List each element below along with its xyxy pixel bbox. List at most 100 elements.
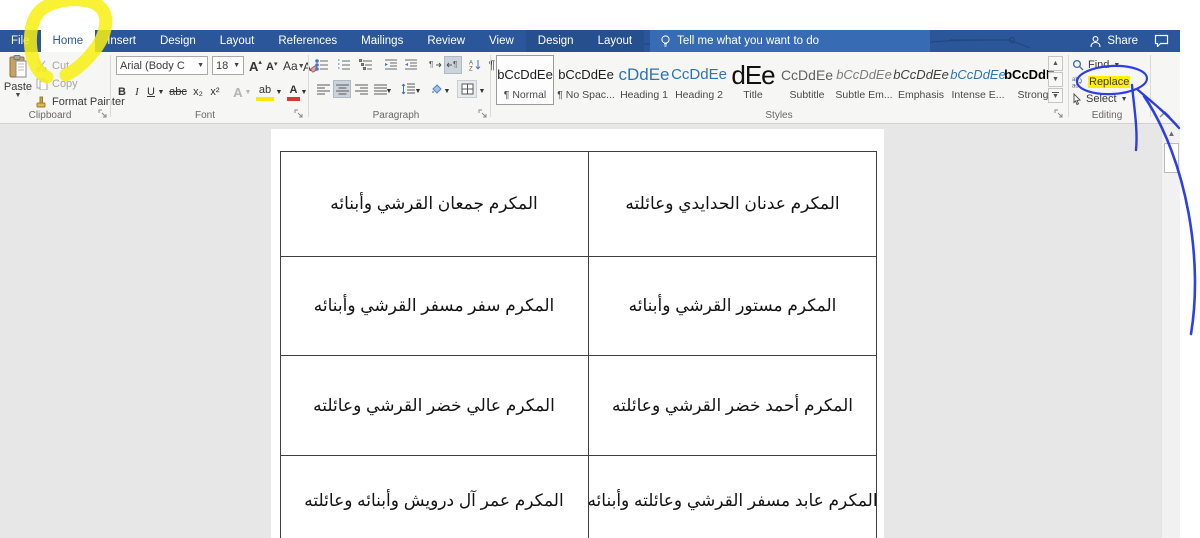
text-highlight-color-button[interactable]: ab	[256, 83, 274, 101]
borders-dropdown[interactable]: ▼	[478, 82, 486, 100]
italic-button[interactable]: I	[131, 83, 143, 101]
decrease-indent-button[interactable]	[382, 56, 400, 74]
multilevel-list-button[interactable]	[357, 56, 375, 74]
tab-layout[interactable]: Layout	[208, 30, 267, 52]
style-normal[interactable]: bCcDdEe ¶ Normal	[496, 55, 554, 105]
style-heading2[interactable]: CcDdEe Heading 2	[673, 55, 725, 105]
tab-file[interactable]: File	[0, 30, 41, 52]
tell-me-box[interactable]: Tell me what you want to do	[650, 30, 930, 52]
word-window: File Home Insert Design Layout Reference…	[0, 0, 1200, 538]
clipboard-dialog-launcher[interactable]	[98, 109, 109, 120]
tab-tabletools-layout[interactable]: Layout	[586, 30, 645, 52]
numbering-button[interactable]	[335, 56, 353, 74]
table-cell[interactable]: المكرم أحمد خضر القرشي وعائلته	[588, 356, 876, 456]
sort-az-icon: AZ	[469, 59, 482, 71]
table-cell[interactable]: المكرم مستور القرشي وأبنائه	[588, 257, 876, 356]
text-effects-button[interactable]: A	[231, 83, 245, 101]
svg-text:Z: Z	[469, 67, 473, 72]
style-subtitle[interactable]: CcDdEe Subtitle	[781, 55, 833, 105]
font-dialog-launcher[interactable]	[294, 109, 305, 120]
comments-icon[interactable]	[1154, 34, 1169, 47]
justify-dropdown[interactable]: ▼	[385, 82, 393, 100]
table-cell[interactable]: المكرم جمعان القرشي وأبنائه	[280, 152, 588, 257]
style-name: Subtitle	[789, 89, 824, 101]
paragraph-group-label: Paragraph	[310, 110, 482, 121]
ltr-direction-icon: ¶	[428, 59, 442, 71]
clipboard-group-label: Clipboard	[0, 110, 100, 121]
strikethrough-button[interactable]: abc	[167, 83, 189, 101]
styles-scroll-up-button[interactable]: ▲	[1048, 56, 1063, 71]
style-no-spacing[interactable]: bCcDdEe ¶ No Spac...	[557, 55, 615, 105]
scrollbar-thumb[interactable]	[1164, 143, 1179, 173]
align-right-button[interactable]	[352, 80, 370, 98]
font-size-combobox[interactable]: 18 ▼	[212, 56, 244, 75]
superscript-button[interactable]: x²	[207, 83, 223, 101]
find-button[interactable]: Find ▼	[1072, 57, 1120, 73]
shrink-font-button[interactable]: A▾	[266, 58, 277, 76]
copy-button[interactable]: Copy	[36, 75, 78, 92]
styles-gallery-more-button[interactable]: ▼	[1048, 88, 1063, 103]
paste-button[interactable]: Paste ▼	[3, 55, 33, 107]
table-cell[interactable]: المكرم عالي خضر القرشي وعائلته	[280, 356, 588, 456]
bullets-button[interactable]	[313, 56, 331, 74]
shading-dropdown[interactable]: ▼	[443, 82, 451, 100]
tab-review[interactable]: Review	[415, 30, 477, 52]
grow-font-button[interactable]: A▴	[249, 57, 262, 75]
text-effects-dropdown[interactable]: ▼	[244, 83, 252, 101]
tab-design[interactable]: Design	[148, 30, 208, 52]
style-emphasis[interactable]: bCcDdEe Emphasis	[895, 55, 947, 105]
align-left-icon	[317, 84, 330, 95]
table-cell[interactable]: المكرم عمر آل درويش وأبنائه وعائلته	[280, 456, 588, 538]
styles-dialog-launcher[interactable]	[1054, 109, 1065, 120]
style-heading1[interactable]: cDdEe Heading 1	[618, 55, 670, 105]
rtl-text-direction-button[interactable]: ¶	[444, 56, 462, 74]
style-name: Heading 1	[620, 89, 668, 101]
line-spacing-dropdown[interactable]: ▼	[414, 82, 422, 100]
tab-view[interactable]: View	[477, 30, 526, 52]
format-painter-button[interactable]: Format Painter	[36, 93, 125, 110]
table-cell[interactable]: المكرم سفر مسفر القرشي وأبنائه	[280, 257, 588, 356]
tab-references[interactable]: References	[266, 30, 349, 52]
style-preview: cDdEe	[618, 62, 669, 86]
subscript-button[interactable]: x₂	[190, 83, 206, 101]
change-case-button[interactable]: Aa▼	[283, 57, 305, 75]
select-button[interactable]: Select ▼	[1072, 91, 1128, 107]
font-family-combobox[interactable]: Arial (Body C ▼	[116, 56, 208, 75]
font-family-value: Arial (Body C	[120, 60, 185, 72]
document-canvas[interactable]: المكرم عدنان الحدايدي وعائلته المكرم جمع…	[0, 124, 1161, 538]
paragraph-dialog-launcher[interactable]	[478, 109, 489, 120]
font-color-button[interactable]: A	[287, 83, 300, 101]
align-left-button[interactable]	[314, 80, 332, 98]
style-title[interactable]: dEe Title	[728, 55, 778, 105]
cut-button[interactable]: Cut	[36, 57, 69, 74]
copy-label: Copy	[52, 78, 78, 90]
document-page[interactable]: المكرم عدنان الحدايدي وعائلته المكرم جمع…	[271, 129, 884, 538]
sort-button[interactable]: AZ	[466, 56, 484, 74]
collapse-ribbon-button[interactable]	[1158, 110, 1174, 122]
bold-button[interactable]: B	[115, 83, 129, 101]
align-center-button[interactable]	[333, 80, 351, 98]
styles-group-label: Styles	[494, 110, 1064, 121]
style-subtle-emphasis[interactable]: bCcDdEe Subtle Em...	[836, 55, 892, 105]
font-color-dropdown[interactable]: ▼	[300, 83, 308, 101]
tab-home[interactable]: Home	[41, 30, 96, 52]
replace-button[interactable]: abac Replace	[1072, 74, 1130, 90]
ltr-text-direction-button[interactable]: ¶	[426, 56, 444, 74]
text-highlight-dropdown[interactable]: ▼	[275, 83, 283, 101]
tab-tabletools-design[interactable]: Design	[526, 30, 586, 52]
styles-scroll-down-button[interactable]: ▼	[1048, 72, 1063, 87]
borders-button[interactable]	[457, 80, 477, 98]
vertical-scrollbar[interactable]: ▲	[1161, 124, 1180, 538]
share-button[interactable]: Share	[1089, 30, 1138, 52]
style-intense-emphasis[interactable]: bCcDdEe Intense E...	[950, 55, 1006, 105]
underline-button[interactable]: U	[145, 83, 157, 101]
underline-dropdown[interactable]: ▼	[157, 83, 165, 101]
table-cell[interactable]: المكرم عابد مسفر القرشي وعائلته وأبنائه	[588, 456, 876, 538]
scroll-up-arrow[interactable]: ▲	[1164, 126, 1179, 141]
style-preview: dEe	[731, 62, 774, 86]
bullet-list-icon	[315, 59, 329, 71]
table-cell[interactable]: المكرم عدنان الحدايدي وعائلته	[588, 152, 876, 257]
increase-indent-button[interactable]	[402, 56, 420, 74]
tab-mailings[interactable]: Mailings	[349, 30, 415, 52]
tab-insert[interactable]: Insert	[95, 30, 148, 52]
